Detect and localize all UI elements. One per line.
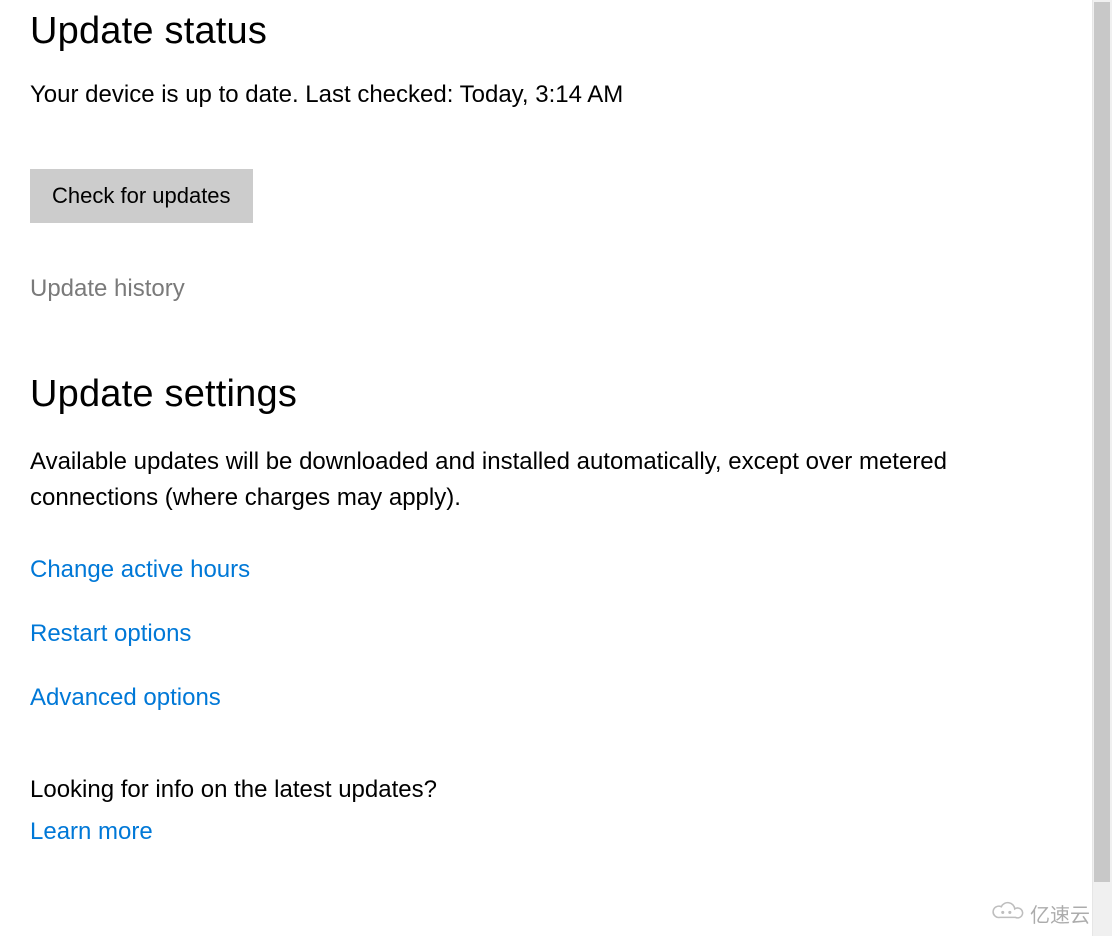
watermark-text: 亿速云 bbox=[1030, 899, 1090, 928]
change-active-hours-link[interactable]: Change active hours bbox=[30, 556, 250, 584]
restart-options-link[interactable]: Restart options bbox=[30, 620, 191, 648]
cloud-icon bbox=[990, 900, 1024, 928]
update-history-link[interactable]: Update history bbox=[30, 275, 185, 303]
learn-more-link[interactable]: Learn more bbox=[30, 818, 153, 846]
vertical-scrollbar[interactable] bbox=[1092, 0, 1112, 936]
scrollbar-thumb[interactable] bbox=[1094, 2, 1110, 882]
check-for-updates-button[interactable]: Check for updates bbox=[30, 169, 253, 223]
update-settings-description: Available updates will be downloaded and… bbox=[30, 444, 1030, 516]
update-status-heading: Update status bbox=[30, 10, 1060, 53]
advanced-options-link[interactable]: Advanced options bbox=[30, 684, 221, 712]
settings-content: Update status Your device is up to date.… bbox=[0, 0, 1090, 936]
update-status-message: Your device is up to date. Last checked:… bbox=[30, 81, 1060, 109]
watermark: 亿速云 bbox=[990, 899, 1090, 928]
update-settings-heading: Update settings bbox=[30, 373, 1060, 416]
latest-updates-info-text: Looking for info on the latest updates? bbox=[30, 776, 1060, 804]
